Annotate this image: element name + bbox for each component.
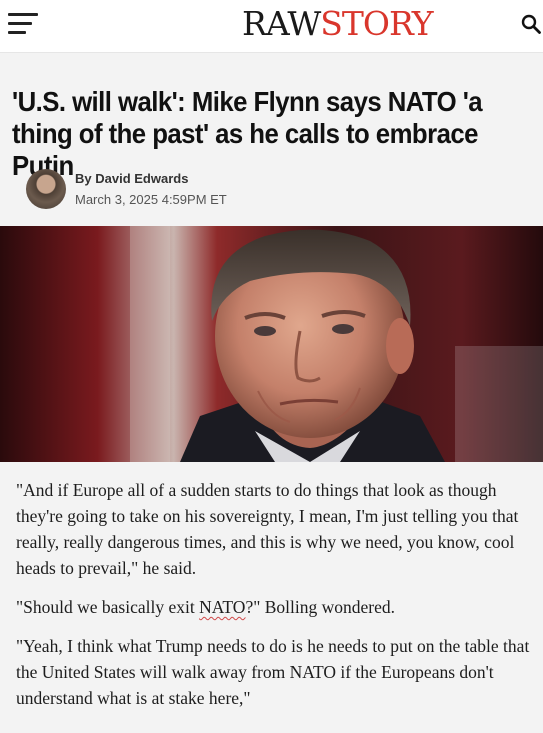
site-logo[interactable]: RAWSTORY [242, 4, 434, 44]
hamburger-menu-icon[interactable] [8, 13, 38, 35]
article-paragraph: "And if Europe all of a sudden starts to… [16, 480, 519, 578]
author-avatar[interactable] [26, 169, 66, 209]
paragraph-text: "Should we basically exit [16, 597, 200, 617]
article-paragraph: "Should we basically exit NATO?" Bolling… [16, 594, 531, 620]
paragraph-text: ?" Bolling wondered. [245, 597, 395, 617]
publish-date: March 3, 2025 4:59PM ET [75, 192, 227, 207]
site-header: RAWSTORY [0, 0, 543, 53]
logo-raw-text: RAW [242, 4, 321, 43]
spellcheck-flagged-word[interactable]: NATO [199, 597, 245, 617]
logo-story-text: STORY [320, 4, 433, 43]
article-headline: 'U.S. will walk': Mike Flynn says NATO '… [12, 86, 483, 181]
search-icon[interactable] [521, 14, 541, 34]
article-paragraph: "Yeah, I think what Trump needs to do is… [16, 636, 530, 708]
hero-photo [0, 226, 543, 462]
author-name[interactable]: By David Edwards [75, 171, 188, 186]
hero-image [0, 226, 543, 462]
article-body: "And if Europe all of a sudden starts to… [16, 477, 531, 724]
